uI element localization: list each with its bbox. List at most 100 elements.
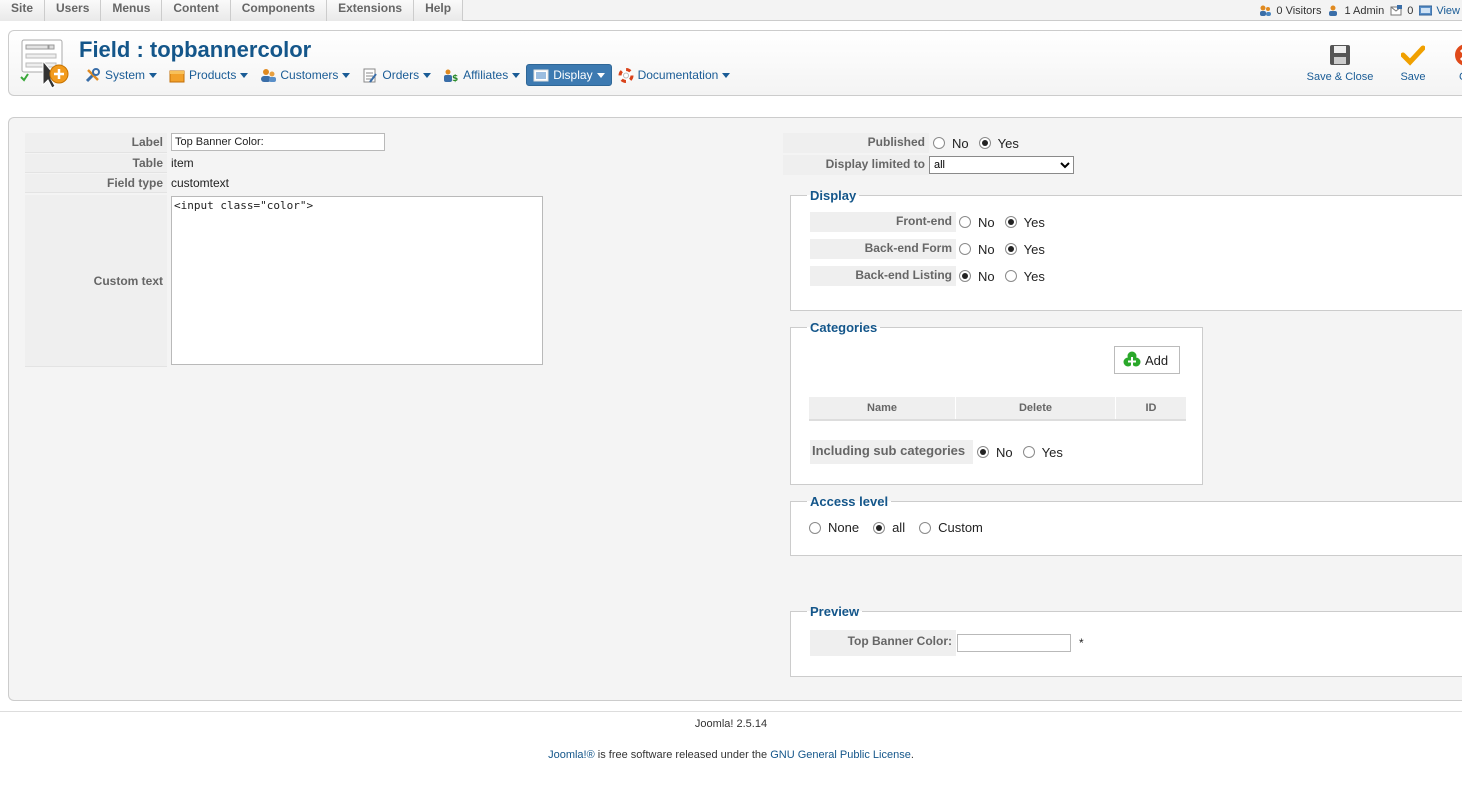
backend-listing-yes-radio[interactable] [1004,270,1017,282]
chevron-down-icon [342,72,351,78]
col-delete: Delete [956,397,1116,419]
published-key: Published [783,133,929,153]
access-custom-label: Custom [938,520,983,535]
component-submenu: System Products Customers Orders $ Affil… [79,63,736,87]
published-yes-label: Yes [997,135,1019,151]
including-sub-key: Including sub categories [810,440,973,464]
published-yes-option[interactable]: Yes [978,135,1019,151]
backend-listing-yes-option[interactable]: Yes [1004,268,1045,284]
frontend-yes-option[interactable]: Yes [1004,215,1045,230]
save-label: Save [1400,71,1426,83]
cancel-button[interactable]: Ca [1446,43,1462,93]
backend-listing-no-label: No [978,268,995,284]
visitors-count: 0 Visitors [1276,4,1322,17]
submenu-orders-label: Orders [382,68,420,82]
submenu-products[interactable]: Products [163,64,254,86]
backend-listing-yes-label: Yes [1023,268,1045,284]
including-sub-no-radio[interactable] [977,446,989,458]
table-value: item [171,156,194,170]
access-all-option[interactable]: all [873,520,905,535]
submenu-products-label: Products [189,68,237,82]
view-site-link[interactable]: View [1419,5,1460,17]
check-icon [1401,45,1425,66]
display-limited-select[interactable]: all [929,156,1074,174]
menu-site[interactable]: Site [0,0,46,21]
chevron-down-icon [149,72,158,78]
backend-listing-no-option[interactable]: No [959,269,995,284]
menu-extensions[interactable]: Extensions [327,0,415,21]
frontend-no-radio[interactable] [959,216,971,228]
field-type-value: customtext [171,176,230,190]
display-legend: Display [810,188,857,203]
submenu-system-label: System [105,68,146,82]
messages-status[interactable]: 0 [1390,4,1413,17]
edit-form-panel: Label Table item Field type customtext C… [8,117,1462,701]
add-category-button[interactable]: Add [1114,346,1180,374]
lifebuoy-icon [618,67,634,83]
field-type-row: Field type customtext [25,174,229,193]
access-none-option[interactable]: None [809,520,859,535]
save-close-button[interactable]: Save & Close [1300,43,1380,93]
menu-components[interactable]: Components [230,0,328,21]
col-id: ID [1116,397,1186,419]
joomla-link[interactable]: Joomla!® [548,749,595,761]
messages-icon [1390,4,1403,15]
submenu-display[interactable]: Display [526,64,612,86]
menu-help[interactable]: Help [414,0,464,21]
access-all-radio[interactable] [873,521,886,534]
menu-menus[interactable]: Menus [101,0,163,21]
backend-listing-row: Back-end Listing No Yes [810,266,1055,286]
menu-users[interactable]: Users [45,0,102,21]
backend-form-no-radio[interactable] [959,243,971,255]
field-form-icon [20,39,69,89]
published-no-option[interactable]: No [933,136,969,151]
submenu-affiliates[interactable]: $ Affiliates [437,64,526,86]
access-all-label: all [892,520,906,535]
chevron-down-icon [596,72,605,78]
submenu-affiliates-label: Affiliates [463,68,509,82]
published-yes-radio[interactable] [978,137,991,149]
svg-text:$: $ [452,74,458,83]
save-button[interactable]: Save [1380,43,1446,93]
including-sub-yes-option[interactable]: Yes [1022,445,1063,460]
customers-icon [261,68,277,82]
monitor-icon [1419,5,1433,15]
toolbar: Save & Close Save Ca [1300,43,1462,93]
menu-content[interactable]: Content [162,0,231,21]
frontend-no-label: No [978,214,995,230]
backend-form-yes-radio[interactable] [1004,243,1017,255]
submenu-display-label: Display [553,68,593,82]
status-bar: 0 Visitors 1 Admin 0 View [1259,0,1462,21]
including-sub-yes-radio[interactable] [1022,446,1035,458]
submenu-customers[interactable]: Customers [254,64,356,86]
backend-form-no-option[interactable]: No [959,242,995,257]
frontend-yes-radio[interactable] [1004,216,1017,228]
backend-listing-key: Back-end Listing [810,266,956,286]
table-row: Table item [25,154,194,173]
users-icon [1260,5,1272,16]
access-custom-option[interactable]: Custom [919,520,983,535]
label-input[interactable] [171,133,385,151]
page-header: Field : topbannercolor System Products C… [8,30,1462,96]
preview-color-input[interactable] [957,634,1071,652]
access-none-label: None [828,520,860,535]
access-none-radio[interactable] [809,521,821,534]
visitors-status: 0 Visitors [1259,5,1321,17]
chevron-down-icon [240,72,249,78]
gpl-link[interactable]: GNU General Public License [770,749,911,761]
view-label: View [1436,4,1460,17]
custom-text-textarea[interactable]: <input class="color"> [171,196,543,365]
backend-listing-no-radio[interactable] [959,270,971,282]
access-custom-radio[interactable] [919,521,932,534]
admins-status: 1 Admin [1327,5,1384,17]
backend-form-yes-option[interactable]: Yes [1004,242,1045,257]
preview-legend: Preview [810,604,860,619]
submenu-system[interactable]: System [79,64,163,86]
required-marker: * [1079,636,1084,650]
submenu-orders[interactable]: Orders [356,64,437,86]
including-sub-no-option[interactable]: No [977,445,1013,460]
access-level-legend: Access level [810,494,889,509]
submenu-documentation[interactable]: Documentation [612,64,737,86]
published-no-radio[interactable] [933,137,945,149]
frontend-no-option[interactable]: No [959,215,995,230]
